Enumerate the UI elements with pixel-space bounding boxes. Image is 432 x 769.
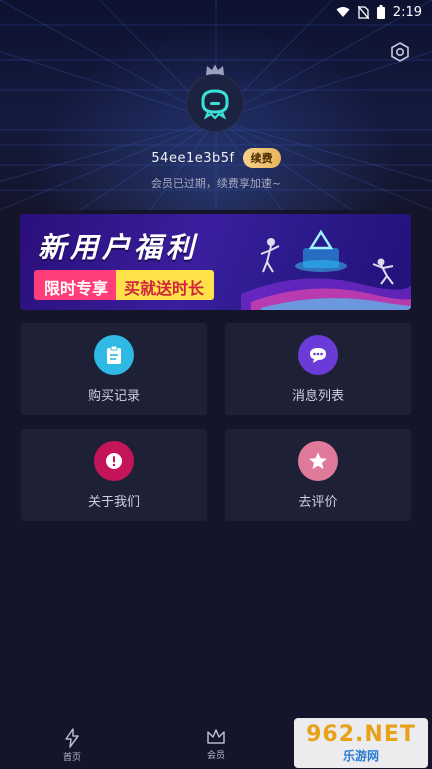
renew-button[interactable]: 续费 [242,148,281,168]
nav-item-home[interactable]: 首页 [22,728,122,763]
battery-icon [376,5,385,19]
avatar [186,74,244,132]
banner-offer-pill: 限时专享 买就送时长 [34,270,215,300]
no-sim-icon [357,5,369,19]
nav-label: 会员 [206,751,225,761]
star-icon [298,441,338,481]
tile-rate-app[interactable]: 去评价 [225,429,411,521]
tile-about-us[interactable]: 关于我们 [21,429,207,521]
banner-pill-left: 限时专享 [34,270,117,300]
membership-expired-note: 会员已过期，续费享加速~ [150,177,282,190]
chat-bubble-icon [298,335,338,375]
site-watermark: 962.NET 乐游网 [294,718,428,768]
banner-illustration [241,229,411,310]
status-bar: 2:19 [0,0,432,24]
settings-hexagon-icon [391,42,409,62]
username: 54ee1e3b5f [151,150,235,166]
tile-label: 去评价 [298,495,338,510]
tile-label: 购买记录 [87,389,140,404]
wifi-icon [336,6,350,18]
new-user-promo-banner[interactable]: 新用户福利 限时专享 买就送时长 [20,214,411,310]
robot-avatar-icon [201,89,229,120]
tile-purchase-history[interactable]: 购买记录 [21,323,207,415]
watermark-text: 962.NET [306,722,416,747]
status-time: 2:19 [392,4,422,20]
username-row: 54ee1e3b5f 续费 [0,148,432,168]
nav-label: 首页 [62,753,81,763]
watermark-subtext: 乐游网 [342,749,379,763]
settings-button[interactable] [388,40,412,64]
tile-label: 消息列表 [291,389,344,404]
nav-item-membership[interactable]: 会员 [166,728,266,761]
clipboard-icon [94,335,134,375]
banner-pill-right: 买就送时长 [116,270,215,300]
tile-label: 关于我们 [87,495,140,510]
tile-message-list[interactable]: 消息列表 [225,323,411,415]
avatar-block[interactable] [186,64,246,132]
exclamation-icon [94,441,134,481]
lightning-icon [65,728,79,748]
banner-title: 新用户福利 [38,231,199,264]
crown-icon [207,729,225,744]
